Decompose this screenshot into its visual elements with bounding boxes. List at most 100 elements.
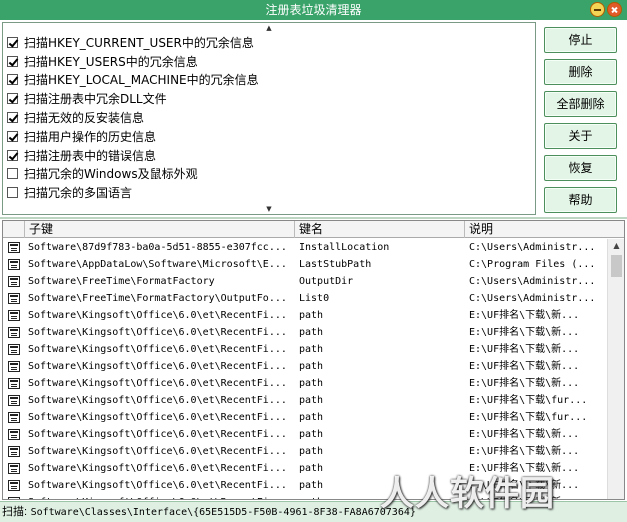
checkbox-icon[interactable] bbox=[7, 112, 18, 124]
delete-all-button[interactable]: 全部删除 bbox=[544, 91, 617, 117]
description-cell: E:\UF排名\下载\新... bbox=[469, 429, 580, 440]
scan-option-item[interactable]: 扫描注册表中的错误信息 bbox=[7, 146, 259, 165]
description-cell: E:\UF排名\下载\新... bbox=[469, 327, 580, 338]
scan-option-item[interactable]: 扫描冗余的Windows及鼠标外观 bbox=[7, 165, 259, 184]
subkey-cell: Software\Kingsoft\Office\6.0\et\RecentFi… bbox=[28, 446, 287, 457]
scan-option-item[interactable]: 扫描HKEY_CURRENT_USER中的冗余信息 bbox=[7, 33, 259, 52]
subkey-cell: Software\87d9f783-ba0a-5d51-8855-e307fcc… bbox=[28, 242, 287, 253]
scan-option-item[interactable]: 扫描HKEY_USERS中的冗余信息 bbox=[7, 52, 259, 71]
table-header: 子键 键名 说明 bbox=[3, 221, 624, 238]
watermark-logo: 人人软件园 bbox=[380, 474, 555, 514]
subkey-cell: Software\Kingsoft\Office\6.0\et\RecentFi… bbox=[28, 361, 287, 372]
registry-entry-icon bbox=[8, 480, 20, 491]
subkey-cell: Software\Kingsoft\Office\6.0\et\RecentFi… bbox=[28, 395, 287, 406]
description-cell: E:\UF排名\下载\新... bbox=[469, 378, 580, 389]
scan-option-label: 扫描冗余的Windows及鼠标外观 bbox=[24, 167, 198, 182]
registry-entry-icon bbox=[8, 361, 20, 372]
table-row[interactable]: Software\Kingsoft\Office\6.0\et\RecentFi… bbox=[3, 358, 607, 375]
description-cell: E:\UF排名\下载\新... bbox=[469, 344, 580, 355]
scan-option-label: 扫描无效的反安装信息 bbox=[24, 111, 145, 126]
scroll-up-icon[interactable]: ▲ bbox=[3, 23, 535, 33]
table-row[interactable]: Software\FreeTime\FormatFactory\OutputFo… bbox=[3, 290, 607, 307]
table-row[interactable]: Software\Kingsoft\Office\6.0\et\RecentFi… bbox=[3, 341, 607, 358]
checkbox-icon[interactable] bbox=[7, 55, 18, 67]
minimize-icon[interactable] bbox=[590, 2, 605, 17]
keyname-cell: path bbox=[299, 378, 324, 389]
table-row[interactable]: Software\Kingsoft\Office\6.0\et\RecentFi… bbox=[3, 409, 607, 426]
splitter[interactable] bbox=[0, 217, 627, 219]
table-row[interactable]: Software\Kingsoft\Office\6.0\et\RecentFi… bbox=[3, 443, 607, 460]
keyname-cell: path bbox=[299, 446, 324, 457]
registry-entry-icon bbox=[8, 429, 20, 440]
checkbox-icon[interactable] bbox=[7, 168, 18, 180]
scan-option-item[interactable]: 扫描注册表中冗余DLL文件 bbox=[7, 89, 259, 108]
column-header-description[interactable]: 说明 bbox=[465, 221, 624, 238]
scan-option-item[interactable]: 扫描HKEY_LOCAL_MACHINE中的冗余信息 bbox=[7, 71, 259, 90]
scan-option-item[interactable]: 扫描用户操作的历史信息 bbox=[7, 127, 259, 146]
table-row[interactable]: Software\Kingsoft\Office\6.0\et\RecentFi… bbox=[3, 392, 607, 409]
table-row[interactable]: Software\Kingsoft\Office\6.0\et\RecentFi… bbox=[3, 426, 607, 443]
vertical-scrollbar[interactable]: ▲ bbox=[607, 239, 624, 499]
table-row[interactable]: Software\Kingsoft\Office\6.0\et\RecentFi… bbox=[3, 324, 607, 341]
registry-entry-icon bbox=[8, 293, 20, 304]
scan-option-label: 扫描注册表中冗余DLL文件 bbox=[24, 92, 167, 107]
table-row[interactable]: Software\87d9f783-ba0a-5d51-8855-e307fcc… bbox=[3, 239, 607, 256]
description-cell: C:\Program Files (... bbox=[469, 259, 596, 270]
checkbox-icon[interactable] bbox=[7, 93, 18, 105]
table-row[interactable]: Software\FreeTime\FormatFactory OutputDir… bbox=[3, 273, 607, 290]
scan-options-panel: ▲ 扫描HKEY_CURRENT_USER中的冗余信息 扫描HKEY_USERS中… bbox=[2, 22, 536, 215]
scan-option-label: 扫描HKEY_LOCAL_MACHINE中的冗余信息 bbox=[24, 73, 259, 88]
registry-entry-icon bbox=[8, 259, 20, 270]
description-cell: E:\UF排名\下载\新... bbox=[469, 361, 580, 372]
icon-column-header[interactable] bbox=[3, 221, 25, 238]
registry-entry-icon bbox=[8, 242, 20, 253]
scroll-down-icon[interactable]: ▼ bbox=[3, 204, 535, 214]
window-title: 注册表垃圾清理器 bbox=[265, 3, 362, 17]
title-bar: 注册表垃圾清理器 bbox=[0, 0, 627, 20]
status-prefix: 扫描: bbox=[2, 506, 28, 518]
table-row[interactable]: Software\AppDataLow\Software\Microsoft\E… bbox=[3, 256, 607, 273]
registry-entry-icon bbox=[8, 395, 20, 406]
restore-button[interactable]: 恢复 bbox=[544, 155, 617, 181]
keyname-cell: List0 bbox=[299, 293, 330, 304]
scan-option-item[interactable]: 扫描冗余的多国语言 bbox=[7, 183, 259, 202]
subkey-cell: Software\Kingsoft\Office\6.0\et\RecentFi… bbox=[28, 310, 287, 321]
scroll-up-icon[interactable]: ▲ bbox=[608, 239, 624, 253]
help-button[interactable]: 帮助 bbox=[544, 187, 617, 213]
results-table: 子键 键名 说明 Software\87d9f783-ba0a-5d51-885… bbox=[2, 220, 625, 500]
subkey-cell: Software\Kingsoft\Office\6.0\et\RecentFi… bbox=[28, 378, 287, 389]
scan-options-list: 扫描HKEY_CURRENT_USER中的冗余信息 扫描HKEY_USERS中的冗… bbox=[7, 33, 259, 202]
description-cell: C:\Users\Administr... bbox=[469, 242, 596, 253]
registry-entry-icon bbox=[8, 378, 20, 389]
subkey-cell: Software\Kingsoft\Office\6.0\et\RecentFi… bbox=[28, 327, 287, 338]
checkbox-icon[interactable] bbox=[7, 149, 18, 161]
description-cell: E:\UF排名\下载\fur... bbox=[469, 395, 588, 406]
registry-entry-icon bbox=[8, 344, 20, 355]
checkbox-icon[interactable] bbox=[7, 130, 18, 142]
scrollbar-thumb[interactable] bbox=[611, 255, 622, 277]
checkbox-icon[interactable] bbox=[7, 36, 18, 48]
keyname-cell: path bbox=[299, 344, 324, 355]
table-row[interactable]: Software\Kingsoft\Office\6.0\et\RecentFi… bbox=[3, 307, 607, 324]
keyname-cell: LastStubPath bbox=[299, 259, 372, 270]
column-header-subkey[interactable]: 子键 bbox=[25, 221, 295, 238]
scan-option-label: 扫描注册表中的错误信息 bbox=[24, 148, 157, 163]
keyname-cell: path bbox=[299, 395, 324, 406]
description-cell: E:\UF排名\下载\新... bbox=[469, 446, 580, 457]
column-header-keyname[interactable]: 键名 bbox=[295, 221, 465, 238]
checkbox-icon[interactable] bbox=[7, 187, 18, 199]
subkey-cell: Software\FreeTime\FormatFactory\OutputFo… bbox=[28, 293, 287, 304]
close-icon[interactable] bbox=[607, 2, 622, 17]
table-row[interactable]: Software\Kingsoft\Office\6.0\et\RecentFi… bbox=[3, 375, 607, 392]
scan-option-label: 扫描冗余的多国语言 bbox=[24, 186, 133, 201]
about-button[interactable]: 关于 bbox=[544, 123, 617, 149]
subkey-cell: Software\FreeTime\FormatFactory bbox=[28, 276, 215, 287]
subkey-cell: Software\AppDataLow\Software\Microsoft\E… bbox=[28, 259, 287, 270]
description-cell: C:\Users\Administr... bbox=[469, 276, 596, 287]
checkbox-icon[interactable] bbox=[7, 74, 18, 86]
scan-option-item[interactable]: 扫描无效的反安装信息 bbox=[7, 108, 259, 127]
stop-button[interactable]: 停止 bbox=[544, 27, 617, 53]
description-cell: E:\UF排名\下载\新... bbox=[469, 310, 580, 321]
delete-button[interactable]: 删除 bbox=[544, 59, 617, 85]
subkey-cell: Software\Kingsoft\Office\6.0\et\RecentFi… bbox=[28, 412, 287, 423]
